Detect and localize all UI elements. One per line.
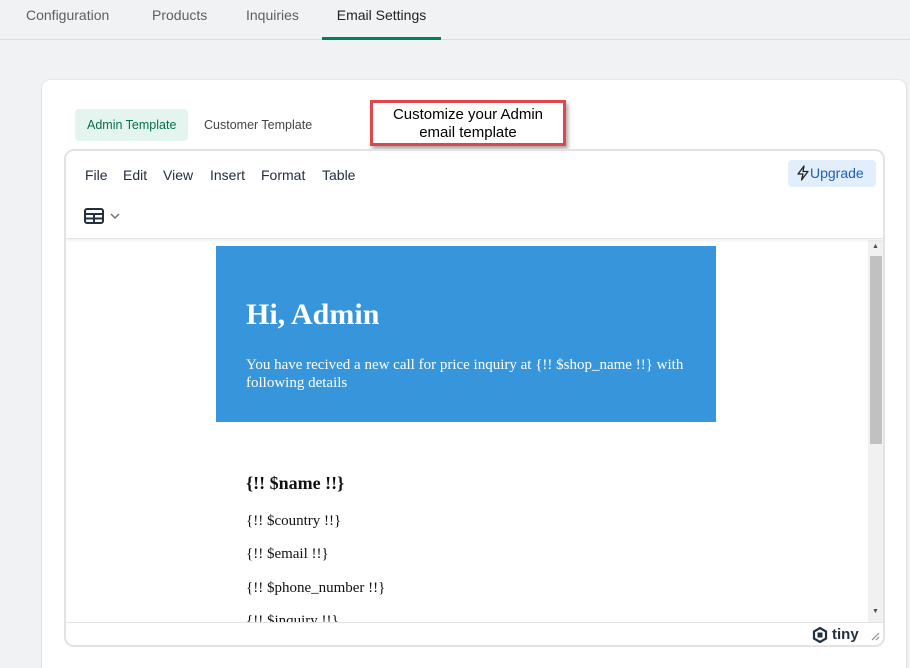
upgrade-label: Upgrade [810,165,864,181]
callout-annotation: Customize your Admin email template [370,100,566,146]
lightning-icon [797,165,809,181]
rich-text-editor: File Edit View Insert Format Table Upgra… [64,149,885,647]
tab-inquiries[interactable]: Inquiries [246,0,299,40]
tab-products[interactable]: Products [152,0,207,40]
menu-insert[interactable]: Insert [210,167,245,183]
email-banner: Hi, Admin You have recived a new call fo… [216,246,716,422]
field-phone-number: {!! $phone_number !!} [246,580,386,596]
menu-file[interactable]: File [85,167,108,183]
chevron-down-icon [110,213,120,220]
tiny-logo-text: tiny [832,626,859,643]
editor-content-area[interactable]: Hi, Admin You have recived a new call fo… [66,240,866,622]
editor-statusbar: tiny [66,622,883,645]
tab-email-settings[interactable]: Email Settings [322,0,441,40]
tiny-logo[interactable]: tiny [812,626,859,643]
admin-template-button[interactable]: Admin Template [75,109,189,141]
tab-configuration[interactable]: Configuration [26,0,109,40]
scroll-up-arrow-icon[interactable]: ▲ [872,243,879,250]
upgrade-button[interactable]: Upgrade [788,160,876,187]
menu-table[interactable]: Table [322,167,355,183]
email-heading: Hi, Admin [246,298,380,331]
field-email: {!! $email !!} [246,546,329,562]
menu-view[interactable]: View [163,167,193,183]
resize-handle-icon[interactable] [870,631,880,641]
field-inquiry: {!! $inquiry !!} [246,613,339,622]
top-tab-bar: Configuration Products Inquiries Email S… [0,0,910,40]
field-country: {!! $country !!} [246,513,342,529]
menu-edit[interactable]: Edit [123,167,147,183]
field-name: {!! $name !!} [246,473,345,493]
scroll-down-arrow-icon[interactable]: ▼ [872,608,879,615]
editor-toolbar: File Edit View Insert Format Table Upgra… [66,151,883,239]
email-intro-text: You have recived a new call for price in… [246,357,684,391]
tiny-brand-icon [812,626,828,643]
customer-template-button[interactable]: Customer Template [192,109,324,141]
scroll-thumb[interactable] [870,256,882,444]
menu-format[interactable]: Format [261,167,305,183]
editor-scrollbar[interactable]: ▲ ▼ [868,240,883,622]
table-tool-button[interactable] [84,206,120,226]
table-icon [84,208,104,224]
